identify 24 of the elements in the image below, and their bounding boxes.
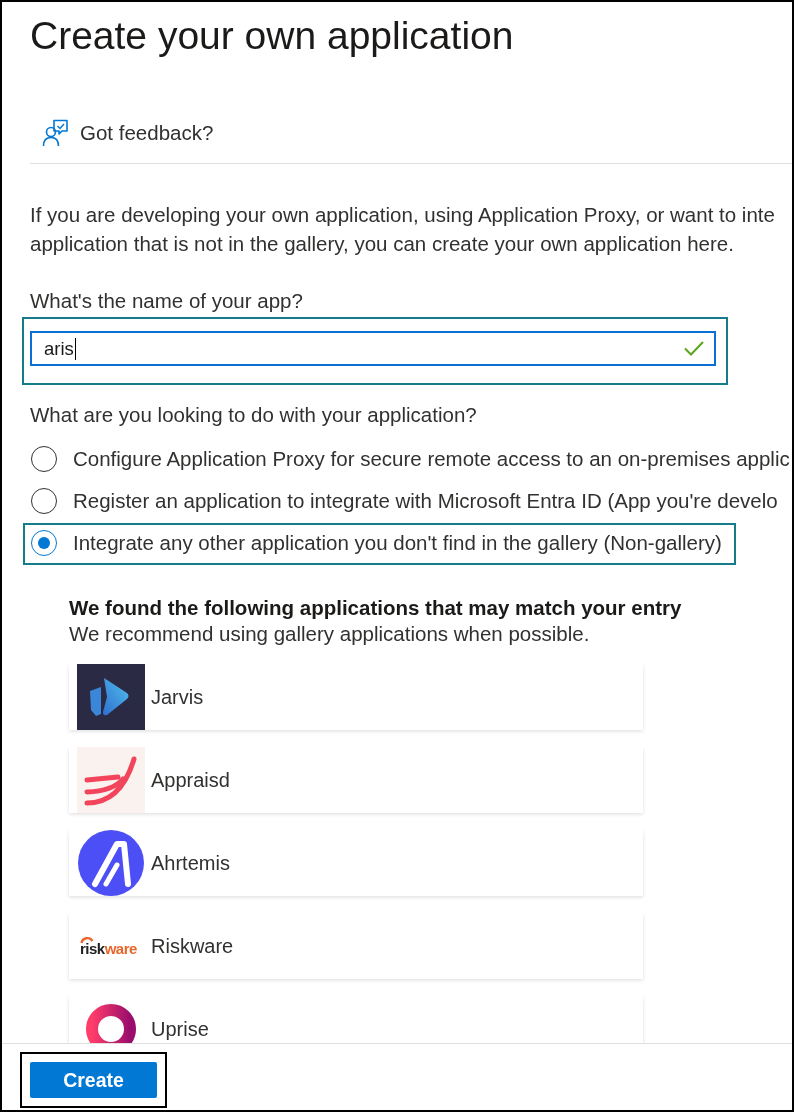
app-card[interactable]: riskware Riskware <box>69 913 643 979</box>
app-card[interactable]: Ahrtemis <box>69 830 643 896</box>
feedback-link[interactable]: Got feedback? <box>42 118 214 148</box>
app-card[interactable]: Jarvis <box>69 664 643 730</box>
field-label: What's the name of your app? <box>30 288 303 314</box>
app-card[interactable]: Appraisd <box>69 747 643 813</box>
page-title: Create your own application <box>30 13 514 59</box>
radio-option[interactable]: Integrate any other application you don't find in the gallery (Non-gallery) <box>31 529 722 557</box>
gallery-subtitle: We recommend using gallery applications when possible. <box>69 621 590 647</box>
gallery-heading: We found the following applications that may match your entry <box>69 595 682 621</box>
radio-option[interactable]: Configure Application Proxy for secure remote access to an on-premises applic <box>31 445 790 473</box>
intro-paragraph: If you are developing your own application, using Application Proxy, or want to inte application that is not in the gallery, you can create your own application here. <box>30 202 775 257</box>
question-label: What are you looking to do with your application? <box>30 402 477 428</box>
peak-logo-icon <box>77 830 145 896</box>
arc-icon <box>80 935 94 944</box>
feedback-icon <box>42 119 68 147</box>
chevron-logo-icon <box>77 664 145 730</box>
app-card[interactable]: Uprise <box>69 996 643 1043</box>
radio-option[interactable]: Register an application to integrate with Microsoft Entra ID (App you're develo <box>31 487 778 515</box>
logo-wordmark: riskware <box>80 940 137 957</box>
name-input-field[interactable]: aris <box>30 331 716 366</box>
stripes-logo-icon <box>77 747 145 813</box>
create-button[interactable]: Create <box>30 1062 157 1098</box>
text-cursor <box>74 337 76 360</box>
